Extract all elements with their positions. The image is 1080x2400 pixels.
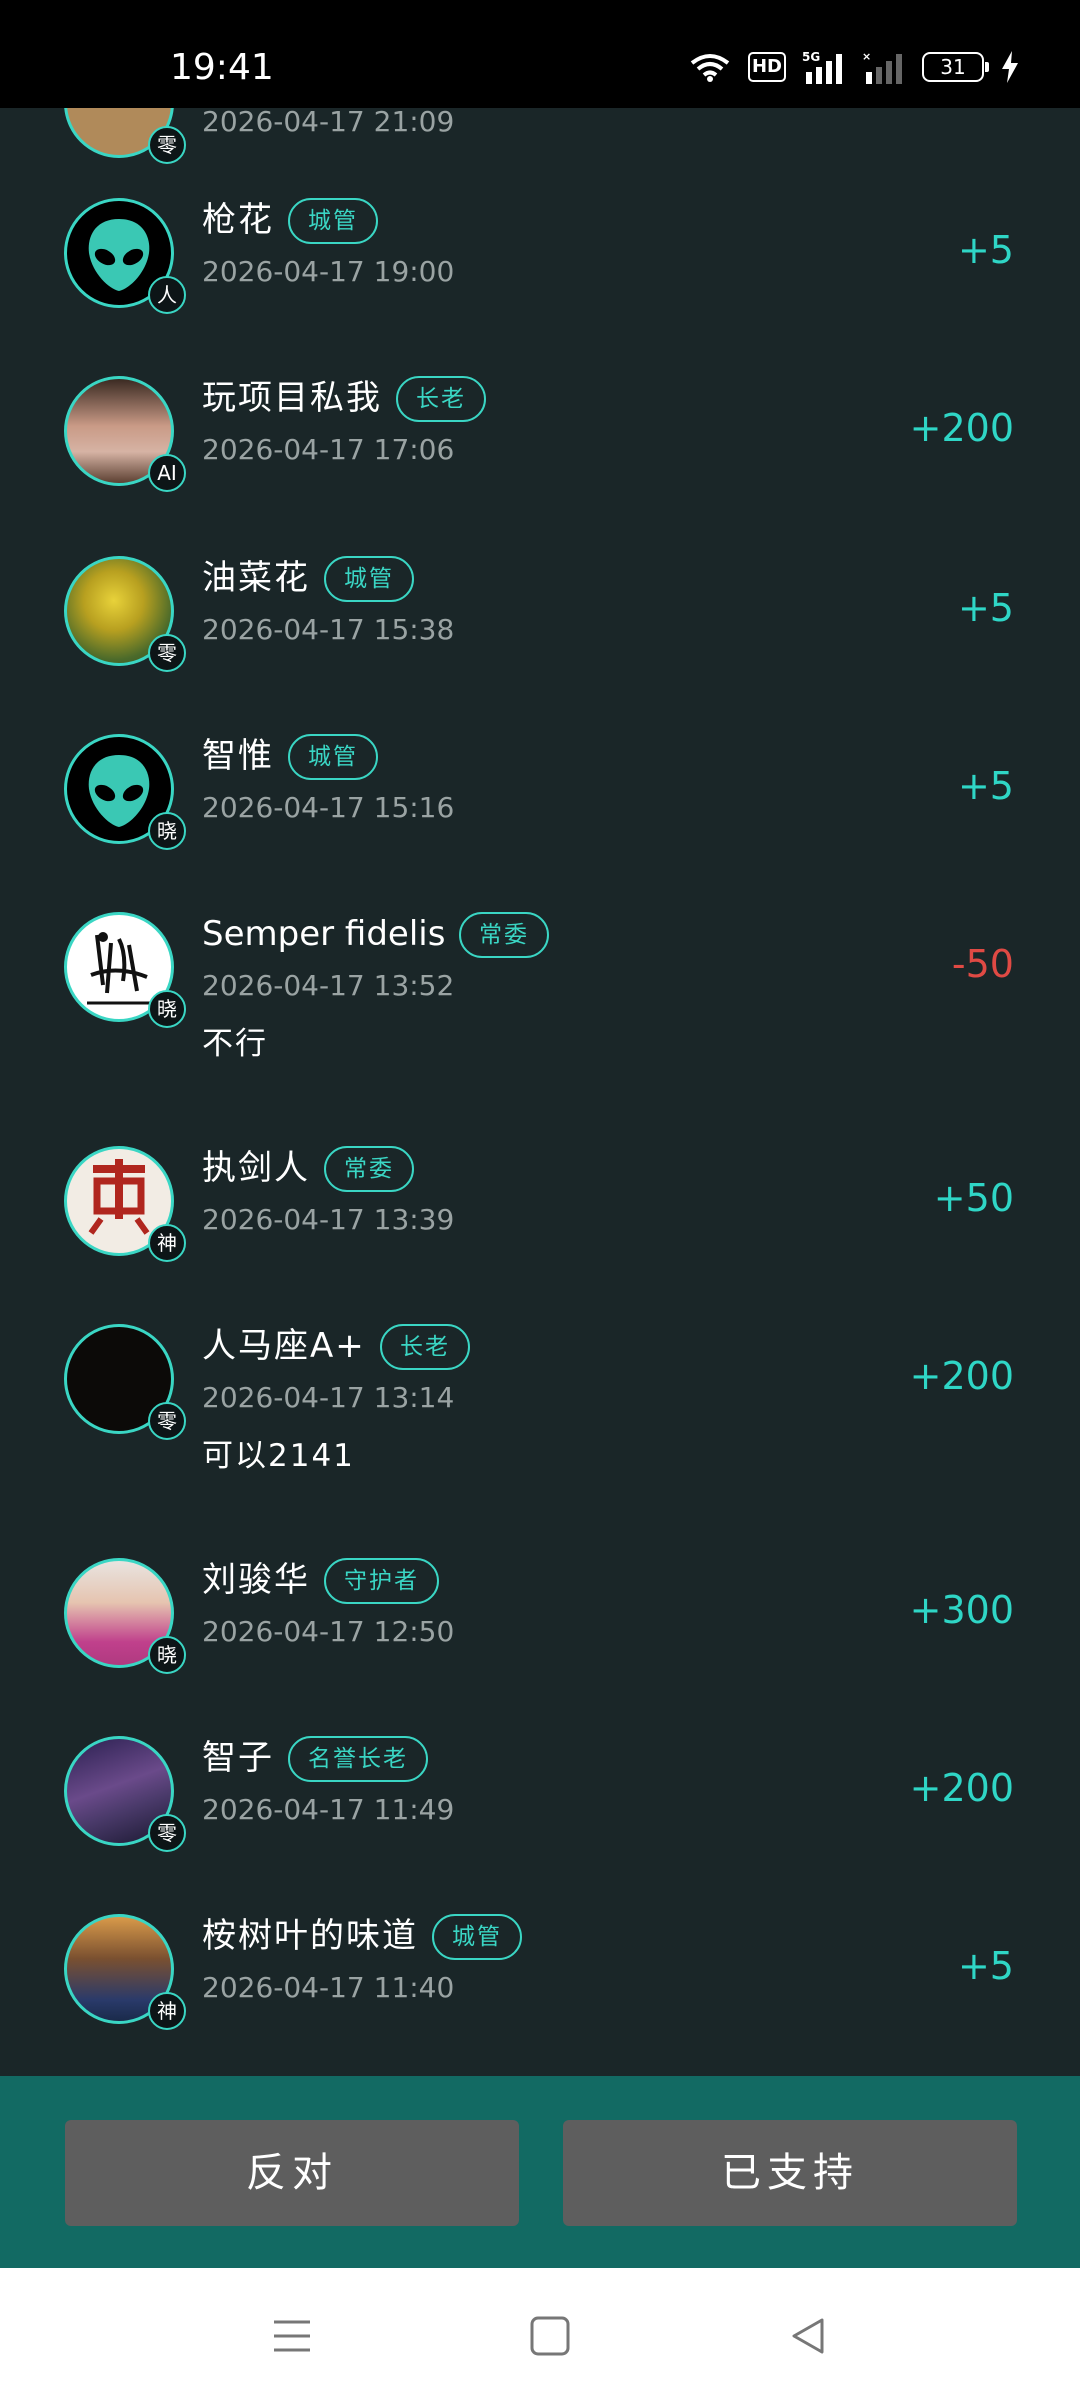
- entry-comment: 不行: [202, 1026, 268, 1062]
- amount: +200: [909, 1354, 1014, 1398]
- amount: +50: [933, 1176, 1014, 1220]
- role-badge: 城管: [432, 1914, 522, 1960]
- svg-text:5G: 5G: [802, 50, 820, 64]
- wifi-icon: [690, 54, 730, 82]
- user-name[interactable]: 桉树叶的味道: [202, 1914, 418, 1958]
- user-name[interactable]: 枪花: [202, 198, 274, 242]
- amount: +300: [909, 1588, 1014, 1632]
- role-badge: 长老: [380, 1324, 470, 1370]
- role-badge: 名誉长老: [288, 1736, 428, 1782]
- entry-date: 2026-04-17 15:38: [202, 613, 455, 646]
- entry-date: 2026-04-17 15:16: [202, 791, 455, 824]
- hd-icon: HD: [748, 52, 786, 82]
- role-badge: 守护者: [324, 1558, 439, 1604]
- entry-date: 2026-04-17 21:09: [202, 108, 455, 138]
- status-time: 19:41: [170, 47, 274, 88]
- user-name[interactable]: 智子: [202, 1736, 274, 1780]
- amount: -50: [951, 942, 1014, 986]
- rank-badge: 零: [148, 1402, 186, 1440]
- back-icon[interactable]: [786, 2314, 830, 2358]
- amount: +5: [957, 586, 1014, 630]
- entry-date: 2026-04-17 13:39: [202, 1203, 455, 1236]
- entry-comment: 可以2141: [202, 1438, 355, 1474]
- menu-icon[interactable]: [270, 2314, 314, 2358]
- user-name[interactable]: Semper fidelis: [202, 912, 445, 956]
- action-bar: 反对 已支持: [0, 2076, 1080, 2268]
- entry-date: 2026-04-17 11:40: [202, 1971, 455, 2004]
- entry-date: 2026-04-17 19:00: [202, 255, 455, 288]
- charging-icon: [1002, 51, 1018, 83]
- rank-badge: 晓: [148, 990, 186, 1028]
- rank-badge: AI: [148, 454, 186, 492]
- home-icon[interactable]: [528, 2314, 572, 2358]
- entry-date: 2026-04-17 13:52: [202, 969, 455, 1002]
- user-name[interactable]: 人马座A+: [202, 1324, 366, 1368]
- role-badge: 常委: [459, 912, 549, 958]
- 5g-signal-icon: 5G: [802, 50, 842, 84]
- user-name[interactable]: 油菜花: [202, 556, 310, 600]
- supported-button[interactable]: 已支持: [563, 2120, 1017, 2226]
- role-badge: 城管: [288, 734, 378, 780]
- support-list[interactable]: 零 2026-04-17 21:09 人 枪花 城管 2026-04-17 19…: [0, 108, 1080, 2076]
- status-icons: HD 5G × 31: [688, 50, 1020, 84]
- entry-date: 2026-04-17 13:14: [202, 1381, 455, 1414]
- entry-date: 2026-04-17 12:50: [202, 1615, 455, 1648]
- signal-icon: ×: [862, 50, 902, 84]
- entry-date: 2026-04-17 11:49: [202, 1793, 455, 1826]
- amount: +200: [909, 1766, 1014, 1810]
- user-name[interactable]: 智惟: [202, 734, 274, 778]
- rank-badge: 晓: [148, 812, 186, 850]
- amount: +200: [909, 406, 1014, 450]
- role-badge: 城管: [288, 198, 378, 244]
- user-name[interactable]: 刘骏华: [202, 1558, 310, 1602]
- user-name[interactable]: 玩项目私我: [202, 376, 382, 420]
- navigation-bar: [0, 2268, 1080, 2400]
- rank-badge: 零: [148, 1814, 186, 1852]
- amount: +5: [957, 764, 1014, 808]
- rank-badge: 晓: [148, 1636, 186, 1674]
- role-badge: 长老: [396, 376, 486, 422]
- amount: +5: [957, 228, 1014, 272]
- role-badge: 城管: [324, 556, 414, 602]
- amount: +5: [957, 1944, 1014, 1988]
- oppose-button[interactable]: 反对: [65, 2120, 519, 2226]
- rank-badge: 神: [148, 1992, 186, 2030]
- status-bar: 19:41 HD 5G × 31: [0, 0, 1080, 108]
- entry-date: 2026-04-17 17:06: [202, 433, 455, 466]
- role-badge: 常委: [324, 1146, 414, 1192]
- rank-badge: 神: [148, 1224, 186, 1262]
- rank-badge: 零: [148, 634, 186, 672]
- battery-icon: 31: [922, 52, 989, 82]
- rank-badge: 人: [148, 276, 186, 314]
- svg-text:×: ×: [862, 50, 871, 63]
- rank-badge: 零: [148, 126, 186, 164]
- user-name[interactable]: 执剑人: [202, 1146, 310, 1190]
